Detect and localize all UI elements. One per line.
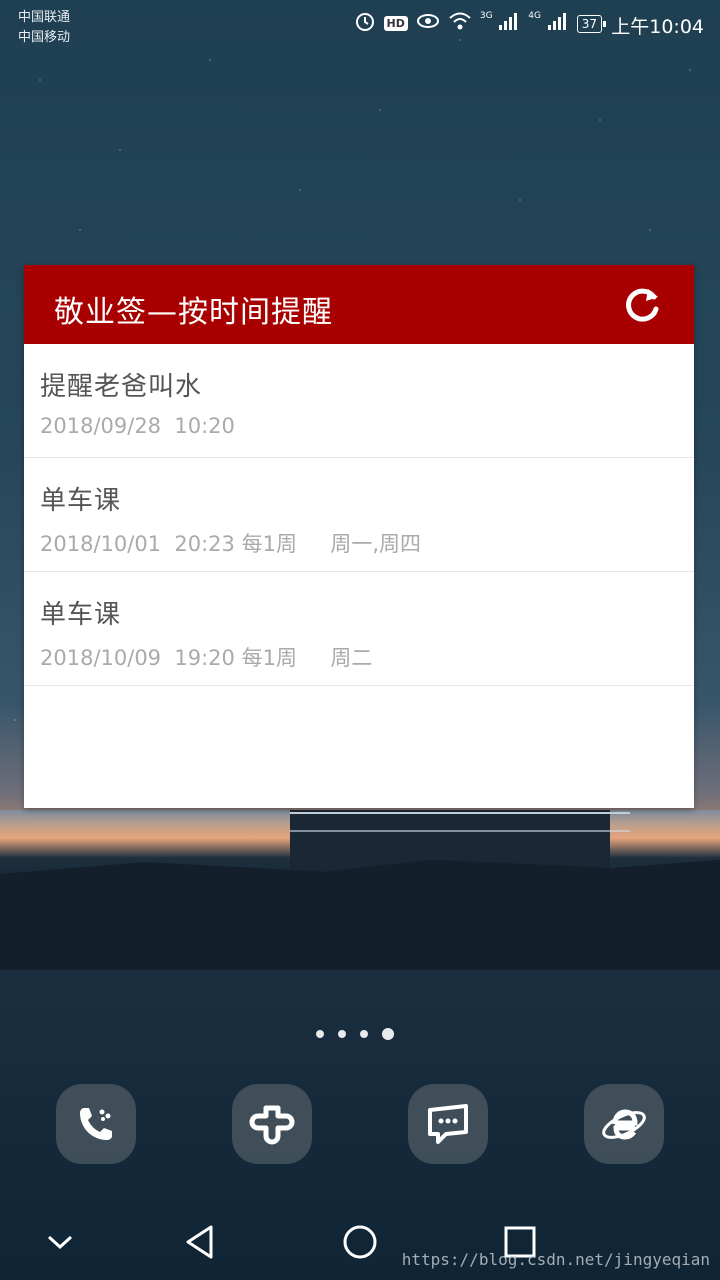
network-4g-label: 4G [528, 11, 541, 21]
refresh-button[interactable] [620, 283, 664, 327]
messages-app[interactable] [408, 1084, 488, 1164]
hd-icon: HD [383, 16, 408, 31]
widget-title: 敬业签—按时间提醒 [54, 295, 333, 330]
reminder-widget: 敬业签—按时间提醒 提醒老爸叫水 2018/09/28 10:20 单车课 20… [24, 265, 694, 808]
page-dot-active[interactable] [382, 1028, 394, 1040]
home-circle-icon [343, 1225, 377, 1259]
reminder-schedule: 2018/09/28 10:20 [40, 414, 235, 438]
signal-4g-icon: 4G [528, 11, 568, 36]
carrier-2: 中国移动 [18, 30, 71, 45]
network-3g-label: 3G [479, 11, 493, 21]
nav-home-button[interactable] [340, 1222, 380, 1262]
browser-icon [602, 1109, 646, 1140]
widget-header: 敬业签—按时间提醒 [24, 265, 694, 344]
wifi-icon [448, 11, 472, 36]
alarm-icon [354, 10, 376, 37]
page-dot[interactable] [316, 1030, 324, 1038]
reminder-list: 提醒老爸叫水 2018/09/28 10:20 单车课 2018/10/01 2… [24, 344, 694, 686]
carrier-1: 中国联通 [18, 10, 71, 25]
status-icons: HD 3G 4G 37 [354, 10, 607, 37]
eye-icon [416, 12, 440, 35]
reminder-schedule: 2018/10/01 20:23 每1周 周一,周四 [40, 532, 421, 556]
refresh-icon [626, 288, 659, 322]
health-app[interactable] [232, 1084, 312, 1164]
back-triangle-icon [186, 1225, 213, 1259]
nav-back-button[interactable] [180, 1222, 220, 1262]
reminder-title: 单车课 [40, 600, 122, 630]
wallpaper-railing [290, 812, 630, 814]
status-bar: 中国联通 中国移动 HD 3G 4G 37 上午10:04 [0, 0, 720, 50]
wallpaper-railing-lower [290, 830, 630, 832]
battery-indicator: 37 [576, 14, 607, 33]
reminder-title: 单车课 [40, 486, 122, 516]
reminder-item[interactable]: 单车课 2018/10/09 19:20 每1周 周二 [24, 572, 694, 686]
phone-icon [80, 1108, 112, 1140]
wallpaper-shore [0, 859, 720, 970]
chevron-down-icon [47, 1235, 73, 1250]
nav-hide-button[interactable] [40, 1222, 80, 1262]
reminder-item[interactable]: 提醒老爸叫水 2018/09/28 10:20 [24, 344, 694, 458]
phone-app[interactable] [56, 1084, 136, 1164]
page-dot[interactable] [360, 1030, 368, 1038]
reminder-title: 提醒老爸叫水 [40, 372, 203, 402]
messages-icon [428, 1104, 468, 1144]
watermark: https://blog.csdn.net/jingyeqian [401, 1250, 710, 1269]
page-indicator [316, 1028, 394, 1040]
page-dot[interactable] [338, 1030, 346, 1038]
signal-3g-icon: 3G [480, 11, 520, 36]
reminder-item[interactable]: 单车课 2018/10/01 20:23 每1周 周一,周四 [24, 458, 694, 572]
browser-app[interactable] [584, 1084, 664, 1164]
clock: 上午10:04 [611, 16, 704, 38]
reminder-schedule: 2018/10/09 19:20 每1周 周二 [40, 646, 373, 670]
app-icon [249, 1105, 295, 1145]
